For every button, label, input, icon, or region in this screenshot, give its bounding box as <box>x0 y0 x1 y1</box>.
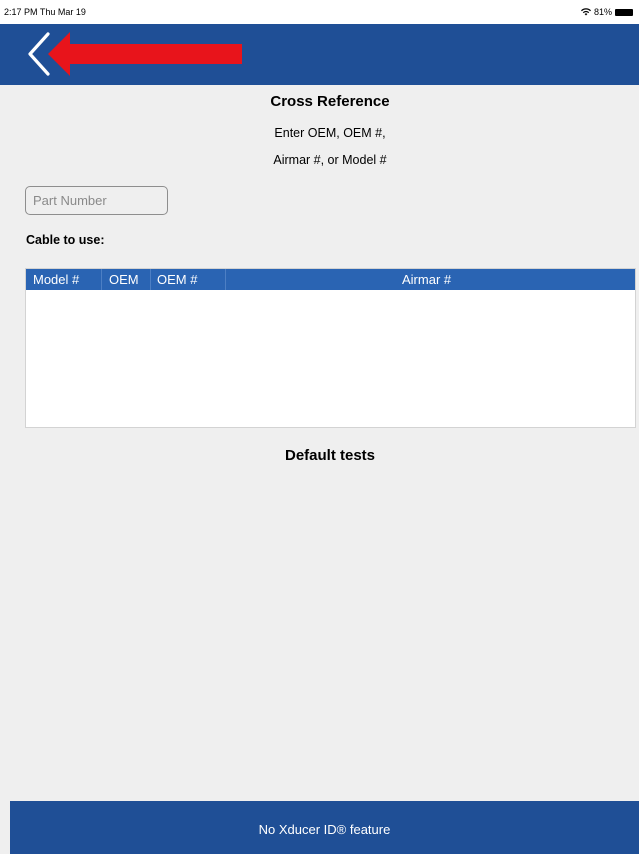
cable-to-use-label: Cable to use: <box>26 233 105 247</box>
battery-percent: 81% <box>593 7 612 17</box>
column-header-model[interactable]: Model # <box>33 272 79 287</box>
column-header-oem[interactable]: OEM <box>109 272 139 287</box>
battery-icon <box>615 8 633 16</box>
table-body[interactable] <box>26 290 635 427</box>
column-header-oem-number[interactable]: OEM # <box>157 272 197 287</box>
table-header: Model # OEM OEM # Airmar # <box>26 269 635 290</box>
instruction-line-2: Airmar #, or Model # <box>273 153 387 167</box>
column-divider <box>225 269 226 290</box>
column-divider <box>101 269 102 290</box>
status-time: 2:17 PM Thu Mar 19 <box>4 7 86 17</box>
chevron-left-icon <box>28 32 50 76</box>
instruction-line-1: Enter OEM, OEM #, <box>274 126 386 140</box>
wifi-icon <box>580 8 591 16</box>
status-indicators: 81% <box>580 7 633 17</box>
screen: 2:17 PM Thu Mar 19 81% Cross Reference E… <box>0 0 639 854</box>
footer-bar: No Xducer ID® feature <box>10 801 639 854</box>
footer-text: No Xducer ID® feature <box>258 822 391 837</box>
default-tests-heading: Default tests <box>284 447 376 464</box>
navigation-bar <box>0 24 639 85</box>
cross-reference-table[interactable]: Model # OEM OEM # Airmar # <box>25 268 636 428</box>
page-title: Cross Reference <box>270 93 390 110</box>
column-divider <box>150 269 151 290</box>
part-number-input[interactable] <box>25 186 168 215</box>
status-bar: 2:17 PM Thu Mar 19 81% <box>0 0 639 24</box>
red-arrow-icon <box>48 32 242 76</box>
column-header-airmar-number[interactable]: Airmar # <box>402 272 451 287</box>
